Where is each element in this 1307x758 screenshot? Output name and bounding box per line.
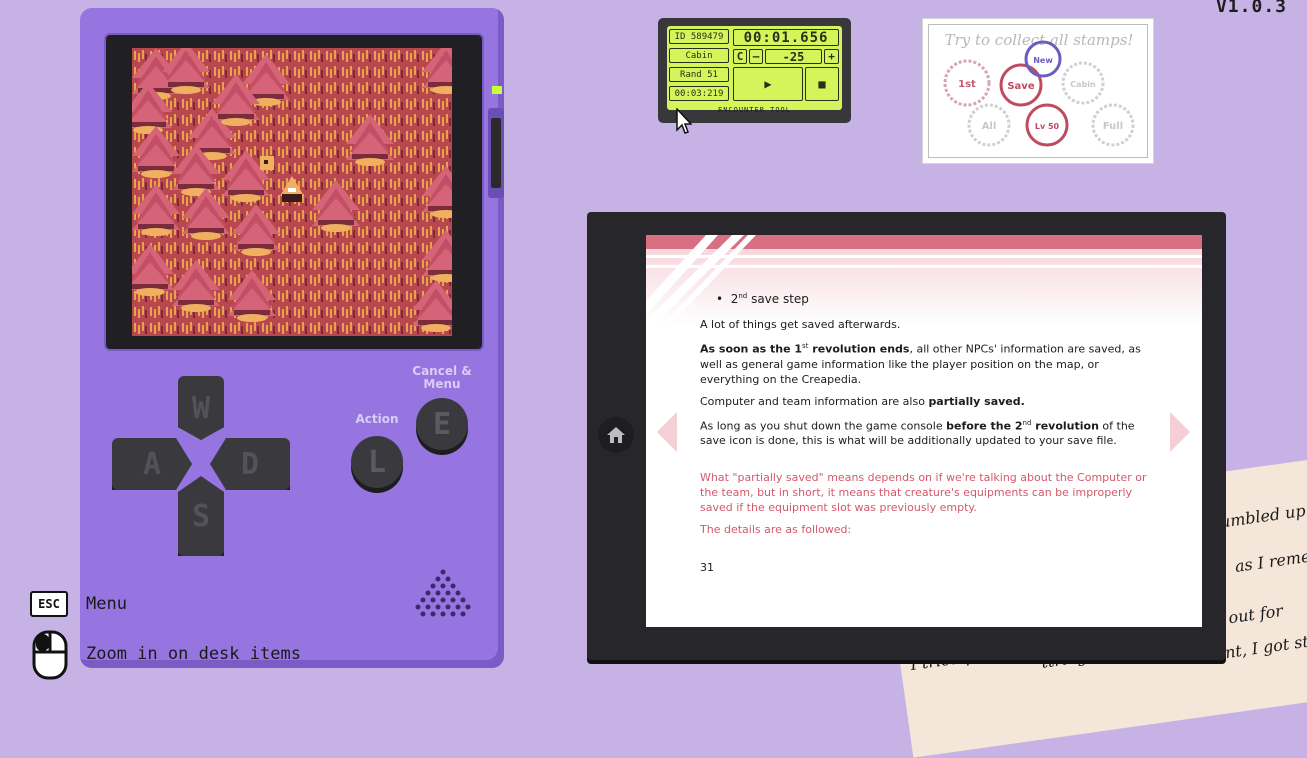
npc-sprite — [260, 156, 274, 170]
key-d-button[interactable]: D — [210, 438, 290, 490]
encounter-plus-button[interactable]: + — [824, 49, 839, 64]
encounter-clear-button[interactable]: C — [733, 49, 747, 64]
stamp-label: Save — [1007, 81, 1034, 92]
stop-button[interactable]: ■ — [805, 67, 839, 101]
cursor-icon — [676, 108, 692, 134]
stamp-label: Cabin — [1070, 80, 1096, 89]
power-led — [492, 86, 502, 94]
warning-paragraph: The details are as followed: — [700, 523, 852, 537]
game-screen — [132, 48, 452, 336]
stamp-icon: New — [1024, 40, 1062, 78]
warning-paragraph: What "partially saved" means depends on … — [700, 471, 1147, 515]
stamp-icon: All — [967, 103, 1011, 147]
cancel-menu-button[interactable]: E — [416, 398, 468, 450]
stamp-label: All — [982, 121, 997, 132]
cancel-key-label: E — [432, 406, 452, 442]
encounter-id: ID 589479 — [669, 29, 729, 44]
stop-icon: ■ — [818, 77, 826, 91]
action-key-label: L — [367, 444, 387, 480]
home-icon — [607, 427, 625, 443]
cancel-menu-label: Cancel & Menu — [406, 365, 478, 391]
encounter-rand: Rand 51 — [669, 67, 729, 82]
game-console: W A S D Action L Cancel & Menu E — [80, 8, 504, 668]
note-line: as I remem — [1233, 544, 1307, 576]
cancel-label-line2: Menu — [423, 377, 461, 391]
note-line: t out for — [1215, 600, 1284, 629]
next-page-arrow-icon[interactable] — [1170, 412, 1190, 452]
stamps-card[interactable]: Try to collect all stamps! 1st Save New … — [922, 18, 1154, 164]
stamp-label: New — [1033, 56, 1053, 65]
mouse-icon — [32, 630, 68, 680]
stamp-collection: 1st Save New Cabin All Lv 50 Full — [943, 40, 1135, 147]
action-label: Action — [355, 412, 399, 426]
encounter-offset-value: -25 — [765, 49, 822, 64]
paragraph: Computer and team information are also p… — [700, 394, 1025, 408]
menu-hint-label: Menu — [86, 594, 127, 614]
zoom-hint-label: Zoom in on desk items — [86, 644, 301, 664]
paragraph: A lot of things get saved afterwards. — [700, 318, 901, 331]
stamp-label: Full — [1103, 121, 1123, 132]
stamp-icon: Lv 50 — [1025, 103, 1069, 147]
key-s-button[interactable]: S — [178, 476, 224, 556]
play-button[interactable]: ▶ — [733, 67, 803, 101]
home-button[interactable] — [598, 417, 634, 453]
note-line: tumbled up — [1212, 500, 1307, 533]
esc-key-icon: ESC — [30, 591, 68, 617]
tablet: • 2nd save step A lot of things get save… — [587, 212, 1226, 660]
tablet-screen: • 2nd save step A lot of things get save… — [646, 235, 1202, 627]
encounter-elapsed: 00:03:219 — [669, 86, 729, 101]
encounter-location: Cabin — [669, 48, 729, 63]
paragraph: As soon as the 1st revolution ends, all … — [700, 342, 1141, 386]
stamp-icon: 1st — [943, 59, 991, 107]
manual-page: • 2nd save step A lot of things get save… — [700, 289, 1155, 544]
stamp-label: 1st — [958, 79, 976, 90]
stamp-label: Lv 50 — [1035, 122, 1060, 131]
stamp-icon: Full — [1091, 103, 1135, 147]
cartridge-slot[interactable] — [488, 108, 504, 198]
action-button[interactable]: L — [351, 436, 403, 488]
page-number: 31 — [700, 561, 714, 574]
speaker-grille-icon — [415, 569, 471, 617]
encounter-tool-display: ID 589479 Cabin Rand 51 00:03:219 00:01.… — [667, 26, 842, 110]
play-icon: ▶ — [764, 77, 772, 91]
bullet-heading: • 2nd save step — [716, 292, 809, 306]
stamp-icon: Save — [999, 63, 1043, 107]
previous-page-arrow-icon[interactable] — [657, 412, 677, 452]
version-label: V1.0.3 — [1215, 0, 1287, 17]
key-w-button[interactable]: W — [178, 376, 224, 440]
paragraph: As long as you shut down the game consol… — [700, 418, 1135, 448]
encounter-timer: 00:01.656 — [733, 29, 839, 46]
key-a-button[interactable]: A — [112, 438, 192, 490]
stamp-icon: Cabin — [1061, 61, 1105, 105]
encounter-minus-button[interactable]: – — [749, 49, 763, 64]
